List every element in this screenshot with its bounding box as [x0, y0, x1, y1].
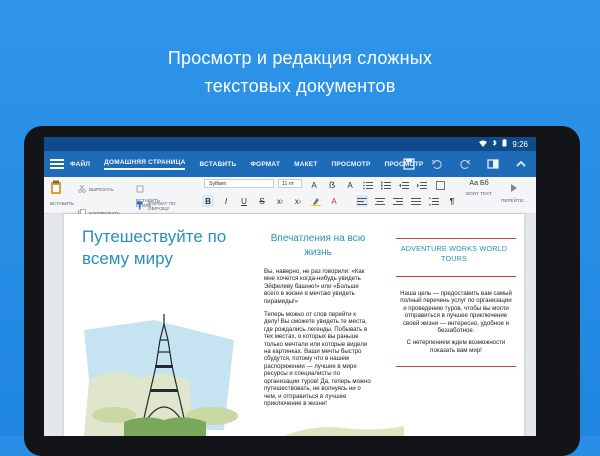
- subscript-button[interactable]: x2: [274, 195, 286, 207]
- italic-button[interactable]: I: [220, 195, 232, 207]
- tablet-screen: 9:26 ФАЙЛ ДОМАШНЯЯ СТРАНИЦА ВСТАВИТЬ ФОР…: [44, 137, 536, 436]
- tab-insert[interactable]: ВСТАВИТЬ: [199, 161, 236, 168]
- goto-button[interactable]: ПЕРЕЙТИ...: [498, 180, 530, 203]
- undo-icon[interactable]: [430, 157, 444, 171]
- strikethrough-button[interactable]: S: [256, 195, 268, 207]
- scissors-icon: [78, 180, 86, 198]
- tab-format[interactable]: ФОРМАТ: [250, 161, 280, 168]
- hamburger-menu-icon[interactable]: [50, 157, 64, 171]
- highlight-icon[interactable]: [310, 195, 322, 207]
- ribbon-tabs: ФАЙЛ ДОМАШНЯЯ СТРАНИЦА ВСТАВИТЬ ФОРМАТ М…: [70, 151, 423, 177]
- format-painter-button[interactable]: ФОРМАТ ПО ОБРАЗЦУ: [136, 197, 186, 215]
- column1-title: Путешествуйте по всему миру: [82, 227, 227, 268]
- cut-button[interactable]: ВЫРЕЗАТЬ: [78, 180, 120, 198]
- tab-file[interactable]: ФАЙЛ: [70, 161, 90, 168]
- column3-bottom-rule: [396, 366, 516, 367]
- align-left-icon[interactable]: [356, 195, 368, 207]
- headline-line-1: Просмотр и редакция сложных: [167, 48, 433, 68]
- document-page[interactable]: Путешествуйте по всему миру Впечатления …: [64, 214, 524, 436]
- headline-line-2: текстовых документов: [204, 76, 396, 96]
- numbering-icon[interactable]: [380, 179, 392, 191]
- style-preview: Аа Бб: [469, 180, 489, 187]
- tab-layout[interactable]: МАКЕТ: [294, 161, 317, 168]
- paste-button[interactable]: ВСТАВИТЬ: [50, 180, 74, 206]
- line-spacing-icon[interactable]: [428, 195, 440, 207]
- clipboard-icon: [51, 180, 61, 194]
- insert-box-icon[interactable]: [434, 179, 446, 191]
- paste-label: ВСТАВИТЬ: [50, 201, 74, 206]
- tab-home[interactable]: ДОМАШНЯЯ СТРАНИЦА: [104, 159, 186, 170]
- promo-headline: Просмотр и редакция сложных текстовых до…: [0, 44, 600, 100]
- column2-paragraph: Теперь можно от слов перейти к делу! Вы …: [264, 311, 371, 407]
- save-icon[interactable]: [402, 157, 416, 171]
- bluetooth-icon: [492, 139, 498, 149]
- column3-mid-rule: [396, 276, 516, 277]
- wifi-icon: [479, 140, 488, 149]
- column3-top-rule: [396, 238, 516, 239]
- column2-body: Вы, наверно, не раз говорили: «Как мне х…: [264, 268, 372, 413]
- column3-title: ADVENTURE WORKS WORLD TOURS: [400, 244, 508, 263]
- outdent-icon[interactable]: [398, 179, 410, 191]
- status-bar: 9:26: [44, 137, 536, 151]
- eiffel-tower-illustration: [84, 314, 238, 436]
- column2-paragraph: Вы, наверно, не раз говорили: «Как мне х…: [264, 268, 365, 305]
- reading-view-icon[interactable]: [486, 157, 500, 171]
- collapse-ribbon-icon[interactable]: [514, 157, 528, 171]
- battery-icon: [502, 139, 507, 149]
- column2-title: Впечатления на всю жизнь: [270, 233, 366, 258]
- bold-button[interactable]: B: [202, 195, 214, 207]
- grow-font-icon[interactable]: A: [308, 179, 320, 191]
- tab-review[interactable]: ПРОСМОТР: [332, 161, 371, 168]
- column3-paragraph: Наша цель — предоставить вам самый полны…: [400, 290, 512, 335]
- column3-body: Наша цель — предоставить вам самый полны…: [398, 290, 514, 359]
- text-color-icon[interactable]: A: [328, 195, 340, 207]
- page-footer-decoration: [284, 426, 404, 436]
- superscript-button[interactable]: x2: [292, 195, 304, 207]
- format-painter-icon: [136, 197, 145, 215]
- underline-button[interactable]: U: [238, 195, 250, 207]
- status-time: 9:26: [512, 139, 528, 149]
- paragraph-marks-icon[interactable]: ¶: [446, 195, 458, 207]
- align-center-icon[interactable]: [374, 195, 386, 207]
- font-color-icon[interactable]: A: [344, 179, 356, 191]
- justify-icon[interactable]: [410, 195, 422, 207]
- goto-icon: [509, 180, 519, 197]
- ribbon-toolbar: ВСТАВИТЬ ВЫРЕЗАТЬ КОПИРОВАТЬ ВСТАВИТЬ СТ…: [44, 177, 536, 217]
- font-name-select[interactable]: Sylfaen: [204, 179, 274, 188]
- app-bar: ФАЙЛ ДОМАШНЯЯ СТРАНИЦА ВСТАВИТЬ ФОРМАТ М…: [44, 151, 536, 177]
- body-text-style[interactable]: Аа Бб BODY TEXT: [464, 180, 494, 196]
- clear-formatting-icon[interactable]: ẞ: [326, 179, 338, 191]
- paste-style-icon: [136, 180, 144, 198]
- document-canvas: Путешествуйте по всему миру Впечатления …: [44, 214, 536, 436]
- indent-icon[interactable]: [416, 179, 428, 191]
- align-right-icon[interactable]: [392, 195, 404, 207]
- bullets-icon[interactable]: [362, 179, 374, 191]
- redo-icon[interactable]: [458, 157, 472, 171]
- column3-paragraph: С нетерпением ждем возможности показать …: [406, 339, 506, 354]
- font-size-select[interactable]: 11 пт: [278, 179, 302, 188]
